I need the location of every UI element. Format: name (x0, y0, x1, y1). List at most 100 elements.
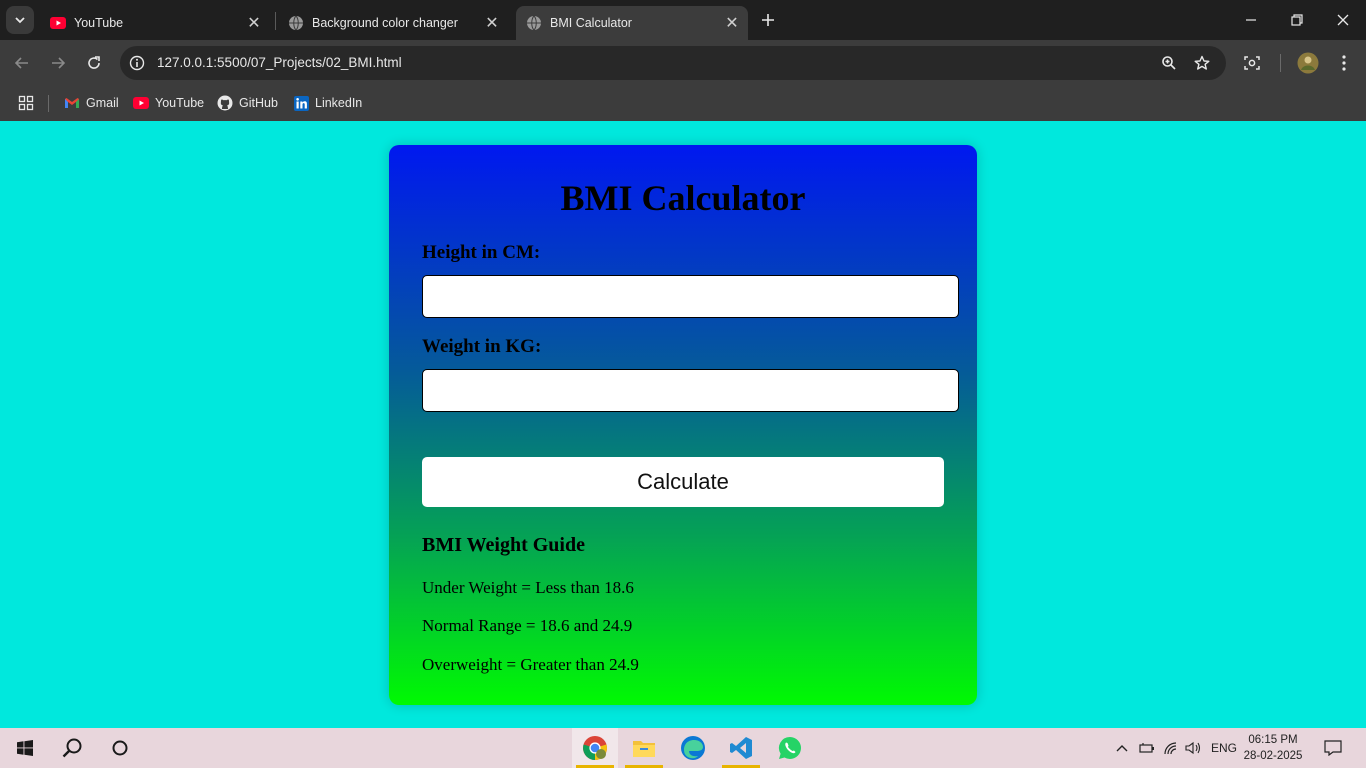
height-label: Height in CM: (422, 242, 541, 263)
lens-icon (1244, 56, 1260, 70)
forward-button[interactable] (44, 49, 72, 77)
bmi-card: BMI Calculator Height in CM: Weight in K… (389, 145, 977, 705)
reload-button[interactable] (80, 49, 108, 77)
notifications-button[interactable] (1322, 728, 1344, 768)
battery-icon (1139, 743, 1154, 753)
clock-date: 28-02-2025 (1243, 750, 1303, 762)
restore-icon (1291, 14, 1303, 26)
close-icon[interactable]: ✕ (482, 13, 502, 33)
close-icon[interactable]: ✕ (722, 13, 742, 33)
calculate-button[interactable]: Calculate (422, 457, 944, 507)
taskbar: ENG 06:15 PM 28-02-2025 (0, 728, 1366, 768)
apps-grid-icon (18, 95, 34, 111)
start-button[interactable] (2, 728, 48, 768)
tab-title: Background color changer (312, 16, 458, 30)
github-icon (217, 95, 233, 111)
toolbar-divider (1280, 54, 1281, 72)
bookmark-label: YouTube (155, 96, 205, 110)
url-text: 127.0.0.1:5500/07_Projects/02_BMI.html (157, 55, 402, 70)
globe-icon (527, 15, 541, 31)
edge-icon (681, 736, 705, 760)
restore-button[interactable] (1274, 0, 1320, 40)
site-info-icon[interactable] (125, 51, 149, 75)
arrow-left-icon (14, 57, 28, 69)
vscode-icon (730, 737, 752, 759)
tab-bmi-calculator[interactable]: BMI Calculator ✕ (516, 6, 748, 40)
taskbar-app-vscode[interactable] (718, 728, 764, 768)
bookmark-label: GitHub (239, 96, 278, 110)
chevron-down-icon (15, 17, 25, 24)
taskbar-app-chrome[interactable] (572, 728, 618, 768)
minimize-button[interactable] (1228, 0, 1274, 40)
search-icon (62, 738, 82, 758)
close-window-button[interactable] (1320, 0, 1366, 40)
taskbar-app-whatsapp[interactable] (767, 728, 813, 768)
bookmarks-divider (48, 95, 49, 112)
guide-item-underweight: Under Weight = Less than 18.6 (422, 578, 634, 597)
search-button[interactable] (49, 728, 95, 768)
tab-youtube[interactable]: YouTube ✕ (40, 6, 270, 40)
google-lens-button[interactable] (1238, 49, 1266, 77)
more-vertical-icon (1342, 55, 1346, 71)
bookmark-label: Gmail (86, 96, 119, 110)
avatar (1297, 52, 1319, 74)
chrome-icon (583, 736, 607, 760)
volume-button[interactable] (1184, 728, 1204, 768)
zoom-icon[interactable] (1157, 51, 1181, 75)
back-button[interactable] (8, 49, 36, 77)
apps-button[interactable] (18, 93, 34, 113)
youtube-icon (133, 95, 149, 111)
bookmark-youtube[interactable]: YouTube (133, 93, 204, 113)
browser-toolbar: 127.0.0.1:5500/07_Projects/02_BMI.html (0, 40, 1366, 86)
clock[interactable]: 06:15 PM 28-02-2025 (1242, 732, 1304, 764)
arrow-right-icon (52, 57, 66, 69)
cortana-icon (112, 740, 128, 756)
new-tab-button[interactable] (756, 8, 780, 32)
guide-title: BMI Weight Guide (422, 534, 585, 556)
plus-icon (762, 14, 774, 26)
bookmark-linkedin[interactable]: LinkedIn (293, 93, 362, 113)
guide-item-overweight: Overweight = Greater than 24.9 (422, 655, 639, 674)
battery-button[interactable] (1137, 728, 1157, 768)
close-icon (1337, 14, 1349, 26)
tab-title: BMI Calculator (550, 16, 632, 30)
show-hidden-icons-button[interactable] (1112, 728, 1132, 768)
height-input[interactable] (422, 275, 959, 318)
task-view-button[interactable] (97, 728, 143, 768)
linkedin-icon (293, 95, 309, 111)
bookmark-github[interactable]: GitHub (217, 93, 278, 113)
taskbar-app-edge[interactable] (670, 728, 716, 768)
tab-title: YouTube (74, 16, 124, 30)
reload-icon (88, 56, 100, 69)
speaker-icon (1185, 741, 1201, 755)
address-bar[interactable]: 127.0.0.1:5500/07_Projects/02_BMI.html (120, 46, 1226, 80)
minimize-icon (1246, 19, 1256, 21)
page-title: BMI Calculator (560, 178, 806, 218)
chevron-up-icon (1116, 745, 1128, 752)
gmail-icon (64, 95, 80, 111)
clock-time: 06:15 PM (1248, 734, 1298, 746)
guide-item-normal: Normal Range = 18.6 and 24.9 (422, 616, 633, 635)
profile-button[interactable] (1294, 49, 1322, 77)
network-button[interactable] (1161, 728, 1181, 768)
bookmarks-bar: Gmail YouTube GitHub LinkedIn (0, 86, 1366, 121)
tab-divider (275, 12, 276, 30)
tab-search-button[interactable] (6, 6, 34, 34)
file-explorer-icon (633, 741, 655, 757)
weight-input[interactable] (422, 369, 959, 412)
close-icon[interactable]: ✕ (244, 13, 264, 33)
whatsapp-icon (778, 736, 801, 759)
menu-button[interactable] (1330, 49, 1358, 77)
windows-icon (17, 740, 33, 756)
bookmark-label: LinkedIn (315, 96, 363, 110)
bookmark-star-icon[interactable] (1190, 51, 1214, 75)
notification-icon (1324, 740, 1342, 756)
youtube-icon (50, 17, 66, 29)
tab-background-color-changer[interactable]: Background color changer ✕ (278, 6, 508, 40)
weight-label: Weight in KG: (422, 336, 542, 357)
bookmark-gmail[interactable]: Gmail (64, 93, 119, 113)
globe-icon (289, 15, 303, 31)
wifi-icon (1164, 742, 1177, 755)
language-indicator[interactable]: ENG (1208, 728, 1240, 768)
taskbar-app-file-explorer[interactable] (621, 728, 667, 768)
